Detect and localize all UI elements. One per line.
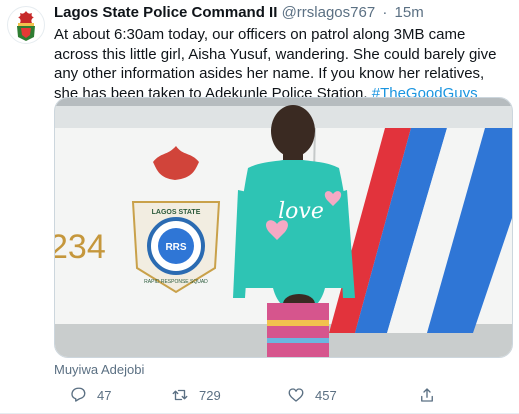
badge-state: LAGOS STATE: [152, 209, 201, 216]
retweet-count: 729: [199, 387, 221, 403]
tweet-header: Lagos State Police Command II @rrslagos7…: [54, 4, 424, 22]
tweet-text: At about 6:30am today, our officers on p…: [54, 25, 509, 103]
retweet-button[interactable]: 729: [171, 386, 221, 404]
like-icon: [288, 388, 304, 402]
tweet-actions: 47 729 457: [54, 386, 511, 406]
photo-credit: Muyiwa Adejobi: [54, 362, 145, 377]
badge-ring: RAPID RESPONSE SQUAD: [144, 279, 208, 285]
tweet-photo[interactable]: 234 LAGOS STATE RRS RAPID RESPONSE SQUAD…: [54, 97, 513, 358]
reply-count: 47: [97, 387, 112, 403]
share-icon: [421, 388, 433, 402]
like-count: 457: [315, 387, 337, 403]
timestamp[interactable]: 15m: [395, 4, 424, 21]
avatar-logo-icon: [17, 11, 35, 41]
reply-button[interactable]: 47: [69, 386, 111, 404]
tweet[interactable]: Lagos State Police Command II @rrslagos7…: [0, 0, 519, 414]
share-button[interactable]: [418, 386, 436, 404]
shirt-text: love: [278, 199, 324, 224]
author-handle[interactable]: @rrslagos767: [282, 4, 376, 21]
avatar[interactable]: [7, 6, 45, 44]
photo-illustration: 234 LAGOS STATE RRS RAPID RESPONSE SQUAD…: [55, 98, 512, 357]
like-button[interactable]: 457: [287, 386, 337, 404]
retweet-icon: [172, 389, 188, 401]
author-name[interactable]: Lagos State Police Command II: [54, 4, 277, 21]
reply-icon: [71, 387, 86, 402]
badge-rrs: RRS: [165, 242, 186, 253]
separator: ·: [382, 4, 388, 21]
car-number: 234: [55, 228, 106, 266]
